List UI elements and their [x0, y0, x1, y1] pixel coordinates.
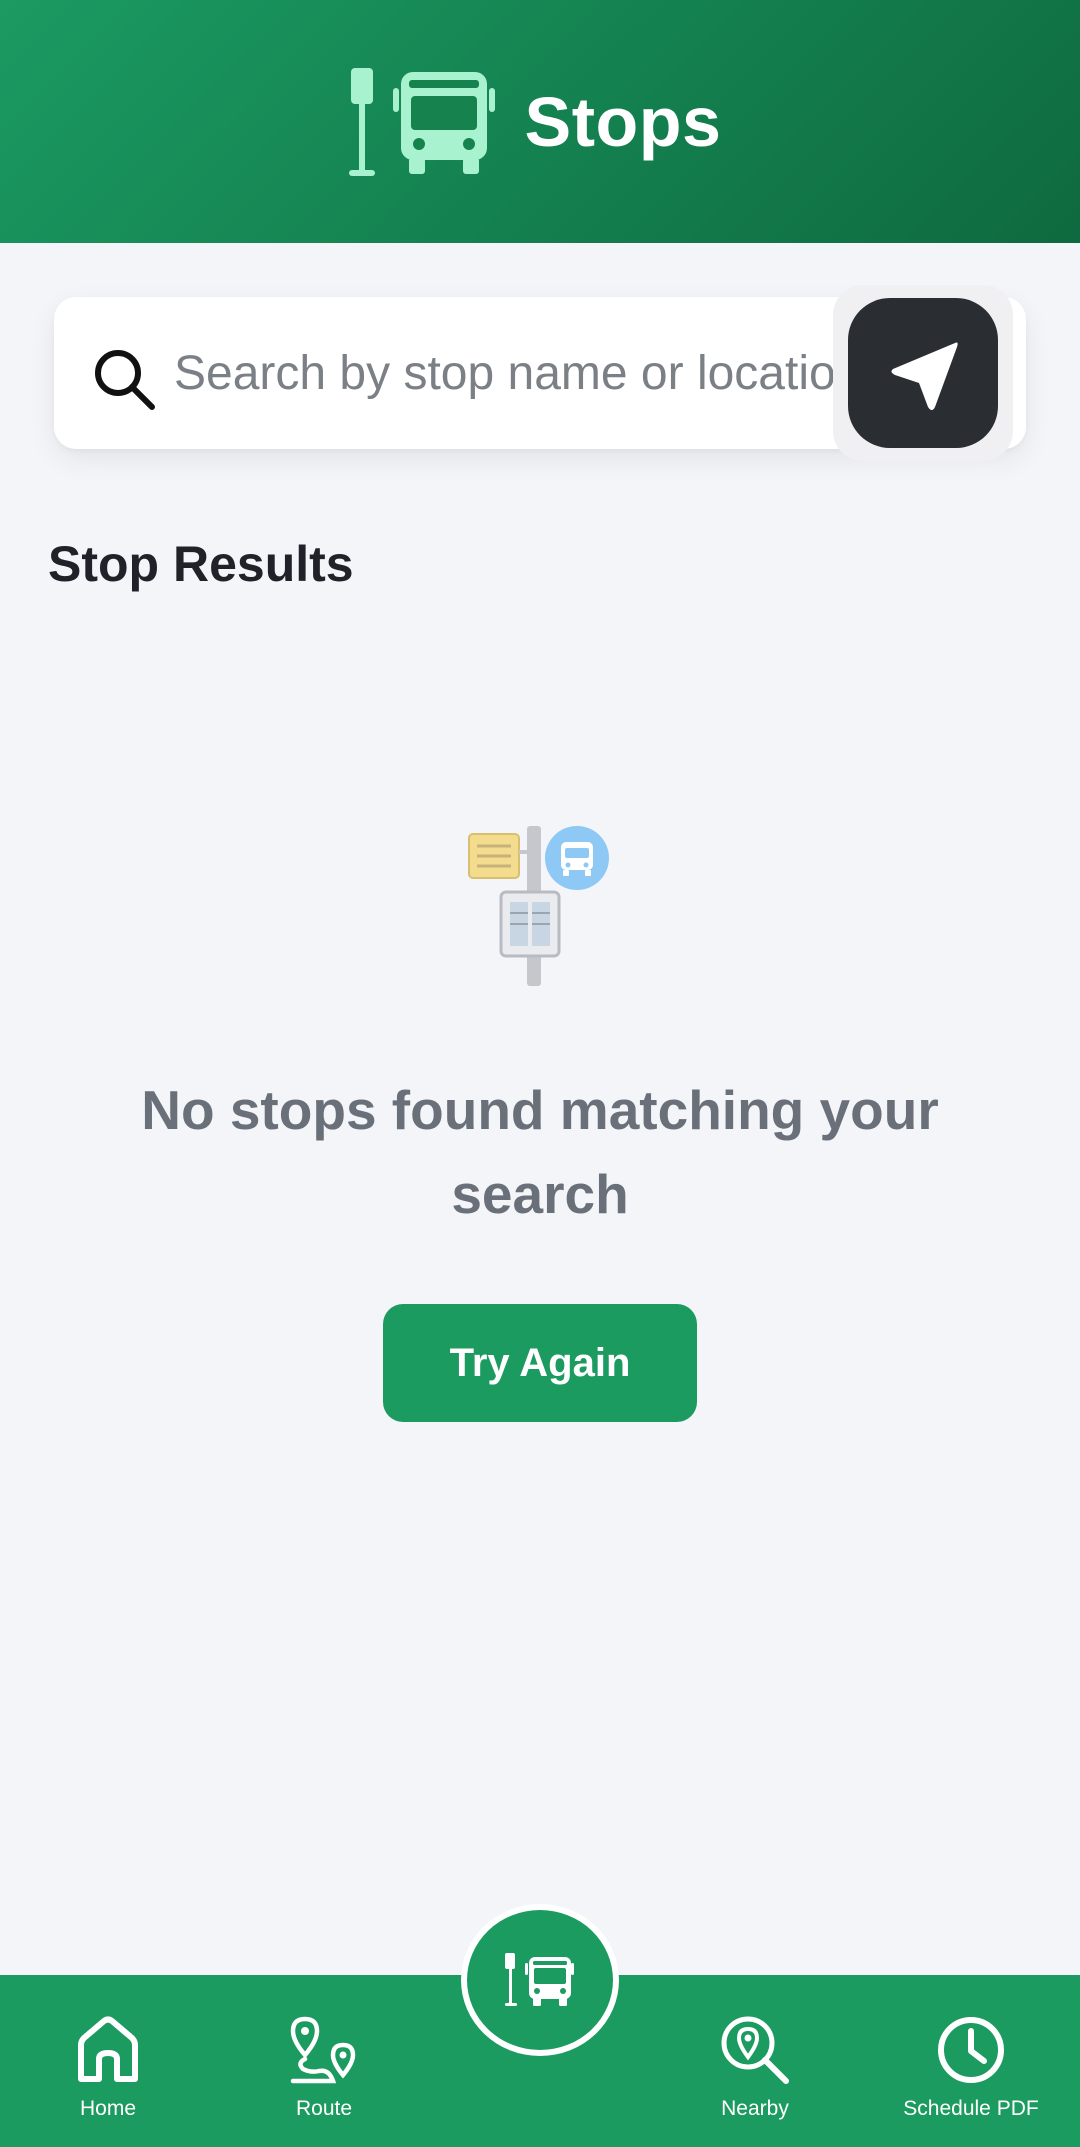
nav-label-nearby: Nearby — [721, 2097, 789, 2120]
navigation-arrow-icon — [891, 342, 958, 410]
empty-state-message: No stops found matching your search — [141, 1079, 939, 1225]
search-input[interactable] — [174, 327, 894, 419]
clock-icon — [938, 2017, 1004, 2083]
nav-label-route: Route — [295, 2097, 353, 2120]
nav-label-schedule-pdf: Schedule PDF — [903, 2097, 1039, 2120]
nav-item-route[interactable]: Route — [224, 1975, 424, 2147]
nav-item-schedule-pdf[interactable]: Schedule PDF — [871, 1975, 1071, 2147]
nav-item-nearby[interactable]: Nearby — [655, 1975, 855, 2147]
header-content: Stops — [348, 66, 722, 178]
bus-stop-icon — [348, 67, 495, 176]
section-title: Stop Results — [48, 536, 354, 592]
nav-label-home: Home — [79, 2097, 137, 2120]
center-stops-button[interactable] — [461, 1904, 619, 2056]
bus-stop-sign-illustration — [468, 826, 609, 986]
search-icon — [95, 350, 155, 410]
nav-item-home[interactable]: Home — [8, 1975, 208, 2147]
bus-stop-icon — [505, 1953, 574, 2006]
locate-button-container — [833, 285, 1013, 461]
app-header: Stops — [0, 0, 1080, 243]
locate-me-button[interactable] — [848, 298, 998, 448]
nearby-search-icon — [721, 2016, 789, 2084]
home-icon — [78, 2016, 138, 2082]
route-icon — [290, 2016, 356, 2084]
page-title: Stops — [524, 82, 722, 161]
try-again-button[interactable]: Try Again — [383, 1304, 697, 1422]
